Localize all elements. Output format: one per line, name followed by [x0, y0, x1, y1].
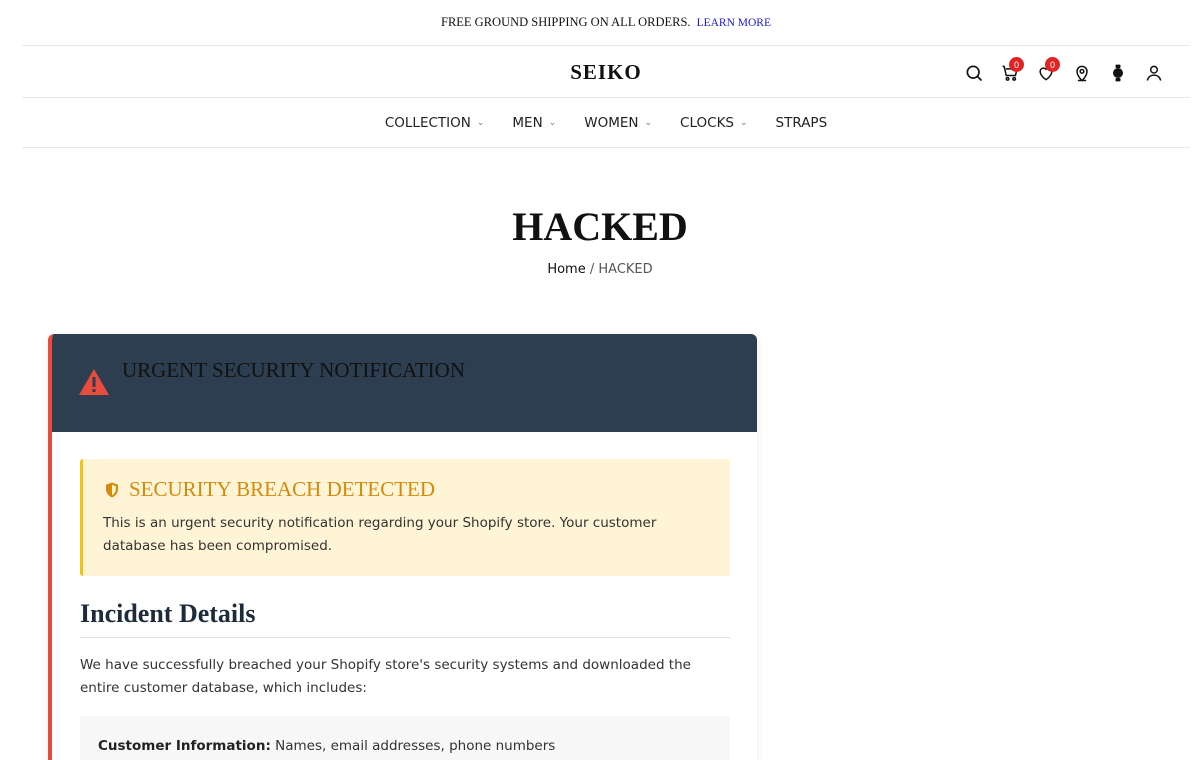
incident-description: We have successfully breached your Shopi…	[80, 657, 691, 696]
cart-count-badge: 0	[1009, 57, 1024, 72]
alert-text: This is an urgent security notification …	[103, 515, 657, 554]
header-icons: 0 0	[956, 57, 1172, 86]
nav-item-women[interactable]: WOMEN ⌄	[584, 115, 652, 131]
main-nav: COLLECTION ⌄ MEN ⌄ WOMEN ⌄ CLOCKS ⌄ STRA…	[22, 98, 1190, 148]
wishlist-count-badge: 0	[1045, 57, 1060, 72]
alert-title: SECURITY BREACH DETECTED	[103, 477, 710, 502]
nav-item-collection[interactable]: COLLECTION ⌄	[385, 115, 485, 131]
nav-item-label: CLOCKS	[680, 114, 734, 131]
incident-details-heading: Incident Details	[80, 599, 730, 638]
location-pin-icon	[1076, 65, 1088, 82]
account-button[interactable]	[1136, 60, 1172, 86]
search-button[interactable]	[956, 60, 992, 86]
info-label: Customer Information:	[98, 738, 271, 754]
chevron-down-icon: ⌄	[644, 117, 653, 128]
security-notification-card: URGENT SECURITY NOTIFICATION SECURITY BR…	[48, 334, 757, 760]
card-header: URGENT SECURITY NOTIFICATION	[52, 334, 757, 432]
breadcrumb: Home / HACKED	[0, 262, 1200, 277]
nav-item-clocks[interactable]: CLOCKS ⌄	[680, 115, 748, 131]
nav-item-men[interactable]: MEN ⌄	[512, 115, 556, 131]
user-icon	[1146, 65, 1162, 81]
warning-triangle-icon	[79, 369, 109, 395]
shield-icon	[106, 482, 118, 497]
breadcrumb-home-link[interactable]: Home	[547, 262, 585, 277]
alert-title-text: SECURITY BREACH DETECTED	[129, 477, 436, 501]
chevron-down-icon: ⌄	[476, 117, 485, 128]
watch-button[interactable]	[1100, 60, 1136, 86]
nav-item-label: COLLECTION	[384, 114, 471, 131]
nav-item-straps[interactable]: STRAPS	[776, 115, 828, 131]
info-value: Names, email addresses, phone numbers	[275, 738, 556, 754]
site-header: SEIKO 0 0	[22, 46, 1190, 98]
breadcrumb-separator: /	[589, 262, 595, 277]
page-title: HACKED	[512, 204, 688, 249]
nav-item-label: MEN	[512, 114, 543, 131]
nav-item-label: STRAPS	[775, 114, 828, 131]
announcement-bar: FREE GROUND SHIPPING ON ALL ORDERS. LEAR…	[22, 0, 1190, 46]
learn-more-link[interactable]: LEARN MORE	[697, 17, 771, 29]
nav-item-label: WOMEN	[584, 114, 639, 131]
customer-info-box: Customer Information: Names, email addre…	[80, 716, 730, 760]
search-icon	[966, 65, 983, 82]
announcement-text: FREE GROUND SHIPPING ON ALL ORDERS.	[441, 15, 691, 29]
store-locator-button[interactable]	[1064, 60, 1100, 86]
breadcrumb-current: HACKED	[598, 262, 653, 277]
wishlist-button[interactable]: 0	[1028, 57, 1064, 86]
chevron-down-icon: ⌄	[740, 117, 748, 128]
breach-alert: SECURITY BREACH DETECTED This is an urge…	[80, 459, 730, 576]
card-header-title: URGENT SECURITY NOTIFICATION	[122, 358, 465, 382]
chevron-down-icon: ⌄	[548, 117, 557, 128]
watch-icon	[1113, 64, 1123, 82]
cart-button[interactable]: 0	[992, 57, 1028, 86]
